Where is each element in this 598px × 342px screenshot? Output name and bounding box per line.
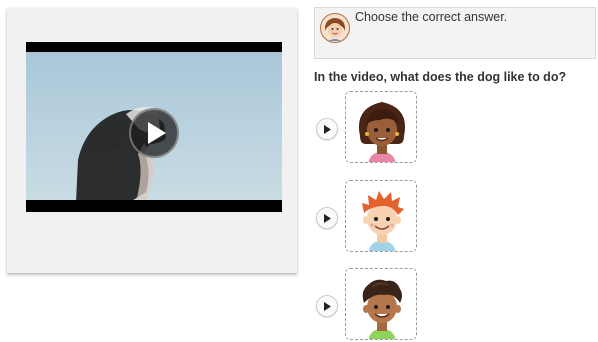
- audio-play-button[interactable]: [316, 207, 338, 229]
- video-player[interactable]: [26, 42, 282, 212]
- answer-card-red-haired-boy[interactable]: [345, 180, 417, 252]
- answer-card-dark-haired-boy[interactable]: [345, 268, 417, 340]
- answer-card-girl[interactable]: [345, 91, 417, 163]
- answer-option-1: [314, 91, 424, 165]
- red-haired-boy-face-icon: [362, 191, 404, 251]
- audio-play-icon: [324, 125, 331, 134]
- audio-play-icon: [324, 302, 331, 311]
- play-button[interactable]: [129, 108, 179, 158]
- video-card: [7, 8, 297, 273]
- play-icon: [148, 122, 166, 144]
- girl-face-icon: [358, 102, 406, 162]
- instruction-text: Choose the correct answer.: [355, 10, 508, 24]
- instruction-box: Choose the correct answer.: [314, 7, 596, 59]
- audio-play-button[interactable]: [316, 295, 338, 317]
- answer-option-2: [314, 180, 424, 254]
- question-text: In the video, what does the dog like to …: [314, 70, 567, 84]
- answer-option-3: [314, 268, 424, 342]
- video-frame-image: [26, 52, 282, 200]
- teacher-avatar-icon: [320, 13, 350, 43]
- audio-play-icon: [324, 214, 331, 223]
- dark-haired-boy-face-icon: [362, 279, 402, 339]
- audio-play-button[interactable]: [316, 118, 338, 140]
